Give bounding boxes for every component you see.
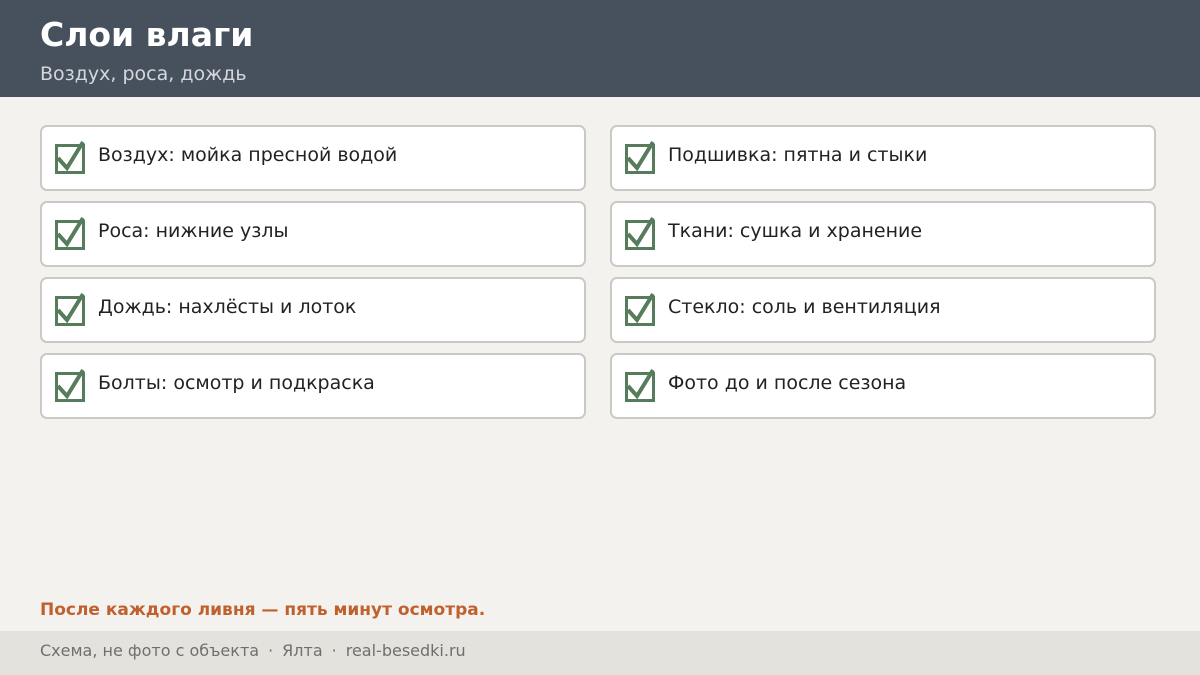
- page-title: Слои влаги: [40, 15, 254, 54]
- checkmark-icon: [626, 216, 655, 248]
- checklist-item-label: Фото до и после сезона: [668, 372, 907, 394]
- checkbox[interactable]: [55, 292, 85, 326]
- checklist-item-label: Стекло: соль и вентиляция: [668, 296, 941, 318]
- checkbox[interactable]: [625, 216, 655, 250]
- checklist-item-label: Роса: нижние узлы: [98, 220, 289, 242]
- checkmark-icon: [626, 292, 655, 324]
- checklist-grid: Воздух: мойка пресной водой Подшивка: пя…: [40, 125, 1156, 419]
- checkbox[interactable]: [55, 368, 85, 402]
- footer-city: Ялта: [282, 641, 323, 660]
- checkmark-icon: [626, 368, 655, 400]
- checklist-item-label: Ткани: сушка и хранение: [668, 220, 923, 242]
- checkmark-icon: [56, 140, 85, 172]
- checklist-item-label: Воздух: мойка пресной водой: [98, 144, 398, 166]
- checklist-item[interactable]: Дождь: нахлёсты и лоток: [40, 277, 586, 343]
- checkbox[interactable]: [625, 368, 655, 402]
- checkmark-icon: [56, 292, 85, 324]
- checkbox[interactable]: [55, 216, 85, 250]
- header: Слои влаги Воздух, роса, дождь: [0, 0, 1200, 97]
- checklist-item[interactable]: Фото до и после сезона: [610, 353, 1156, 419]
- checkbox[interactable]: [55, 140, 85, 174]
- checkmark-icon: [56, 216, 85, 248]
- checkbox[interactable]: [625, 140, 655, 174]
- footer: Схема, не фото с объекта · Ялта · real-besed…: [0, 631, 1200, 675]
- checkmark-icon: [56, 368, 85, 400]
- checklist-item-label: Подшивка: пятна и стыки: [668, 144, 928, 166]
- checklist-item[interactable]: Роса: нижние узлы: [40, 201, 586, 267]
- footer-disclaimer: Схема, не фото с объекта: [40, 641, 260, 660]
- reminder-note: После каждого ливня — пять минут осмотра…: [40, 600, 486, 620]
- footer-site-link[interactable]: real-besedki.ru: [346, 641, 466, 660]
- page-subtitle: Воздух, роса, дождь: [40, 63, 247, 85]
- footer-text: Схема, не фото с объекта · Ялта · real-besed…: [40, 641, 466, 660]
- checklist-item-label: Болты: осмотр и подкраска: [98, 372, 375, 394]
- checklist-item[interactable]: Болты: осмотр и подкраска: [40, 353, 586, 419]
- checkbox[interactable]: [625, 292, 655, 326]
- checklist-item[interactable]: Воздух: мойка пресной водой: [40, 125, 586, 191]
- checklist-item[interactable]: Ткани: сушка и хранение: [610, 201, 1156, 267]
- footer-separator: ·: [268, 641, 274, 660]
- checklist-item[interactable]: Подшивка: пятна и стыки: [610, 125, 1156, 191]
- checklist-item[interactable]: Стекло: соль и вентиляция: [610, 277, 1156, 343]
- checkmark-icon: [626, 140, 655, 172]
- footer-separator: ·: [331, 641, 337, 660]
- checklist-item-label: Дождь: нахлёсты и лоток: [98, 296, 357, 318]
